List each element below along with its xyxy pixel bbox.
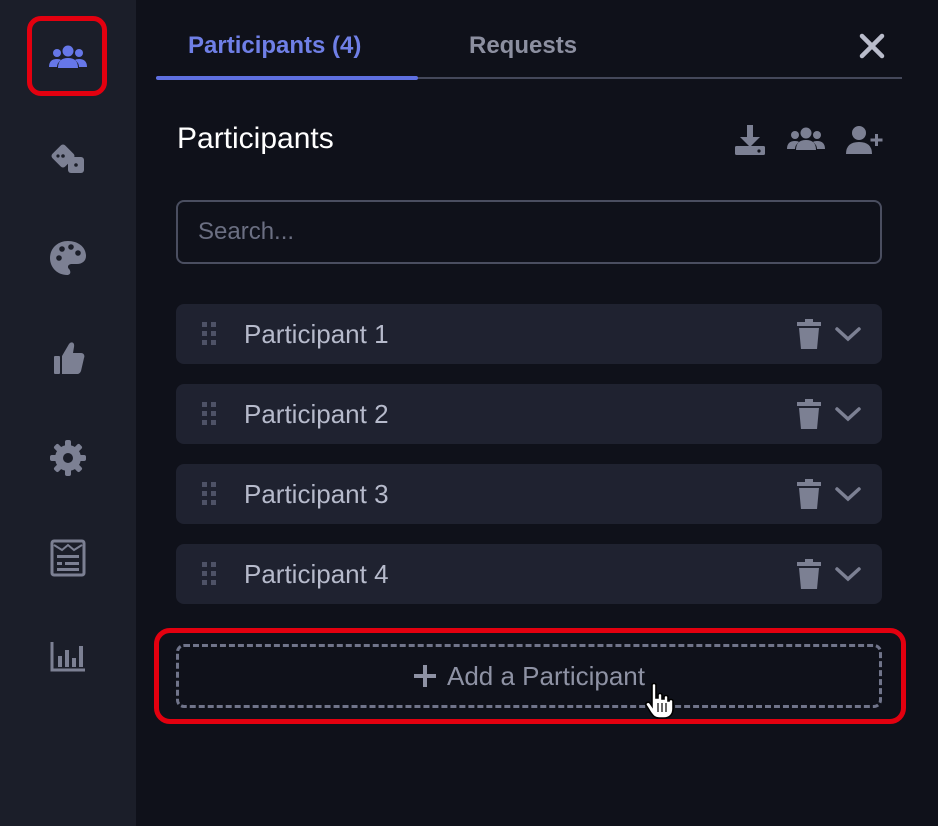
plus-icon: [413, 664, 437, 688]
expand-participant-button[interactable]: [832, 478, 864, 510]
participant-row[interactable]: Participant 3: [176, 464, 882, 524]
sidebar-item-feedback[interactable]: [38, 333, 98, 383]
participant-name: Participant 2: [244, 399, 389, 429]
hand-pointer-cursor-icon: [645, 682, 674, 719]
search-input[interactable]: [176, 200, 882, 264]
groups-button[interactable]: [786, 120, 826, 160]
delete-participant-button[interactable]: [792, 556, 826, 592]
drag-handle-icon[interactable]: [200, 480, 220, 508]
delete-participant-button[interactable]: [792, 316, 826, 352]
thumbs-up-icon: [54, 342, 85, 374]
chevron-down-icon: [835, 407, 861, 422]
download-button[interactable]: [730, 120, 770, 160]
participant-row[interactable]: Participant 2: [176, 384, 882, 444]
bar-chart-icon: [50, 642, 85, 672]
chevron-down-icon: [835, 327, 861, 342]
expand-participant-button[interactable]: [832, 318, 864, 350]
panel-title: Participants: [177, 122, 334, 155]
participant-name: Participant 1: [244, 319, 389, 349]
chevron-down-icon: [835, 487, 861, 502]
palette-icon: [50, 241, 86, 275]
drag-handle-icon[interactable]: [200, 320, 220, 348]
expand-participant-button[interactable]: [832, 398, 864, 430]
trash-icon: [797, 479, 821, 509]
tab-requests[interactable]: Requests: [469, 32, 577, 60]
users-icon: [787, 127, 825, 150]
participant-row[interactable]: Participant 4: [176, 544, 882, 604]
trash-icon: [797, 559, 821, 589]
sidebar-item-stats[interactable]: [38, 631, 98, 681]
add-user-icon: [846, 126, 883, 154]
sidebar-item-settings[interactable]: [38, 433, 98, 483]
sidebar-item-theme[interactable]: [38, 233, 98, 283]
add-participant-label: Add a Participant: [446, 660, 645, 691]
trash-icon: [797, 399, 821, 429]
drag-handle-icon[interactable]: [200, 400, 220, 428]
sidebar-item-participants[interactable]: [38, 33, 98, 83]
participant-name: Participant 3: [244, 479, 389, 509]
add-user-button[interactable]: [844, 120, 884, 160]
delete-participant-button[interactable]: [792, 476, 826, 512]
download-icon: [735, 125, 765, 155]
tab-participants[interactable]: Participants (4): [188, 32, 361, 60]
close-icon: [859, 33, 885, 59]
expand-participant-button[interactable]: [832, 558, 864, 590]
close-button[interactable]: [852, 26, 892, 66]
gear-icon: [50, 440, 86, 476]
participant-row[interactable]: Participant 1: [176, 304, 882, 364]
receipt-icon: [50, 539, 86, 577]
users-icon: [49, 45, 87, 68]
sidebar-item-games[interactable]: [38, 134, 98, 184]
dice-icon: [51, 144, 84, 173]
drag-handle-icon[interactable]: [200, 560, 220, 588]
participant-name: Participant 4: [244, 559, 389, 589]
tab-bar: Participants (4) Requests: [156, 20, 902, 80]
delete-participant-button[interactable]: [792, 396, 826, 432]
sidebar-item-summary[interactable]: [38, 533, 98, 583]
trash-icon: [797, 319, 821, 349]
sidebar-rail: [0, 0, 136, 826]
active-tab-indicator: [156, 76, 418, 80]
add-participant-button[interactable]: Add a Participant: [176, 644, 882, 708]
chevron-down-icon: [835, 567, 861, 582]
